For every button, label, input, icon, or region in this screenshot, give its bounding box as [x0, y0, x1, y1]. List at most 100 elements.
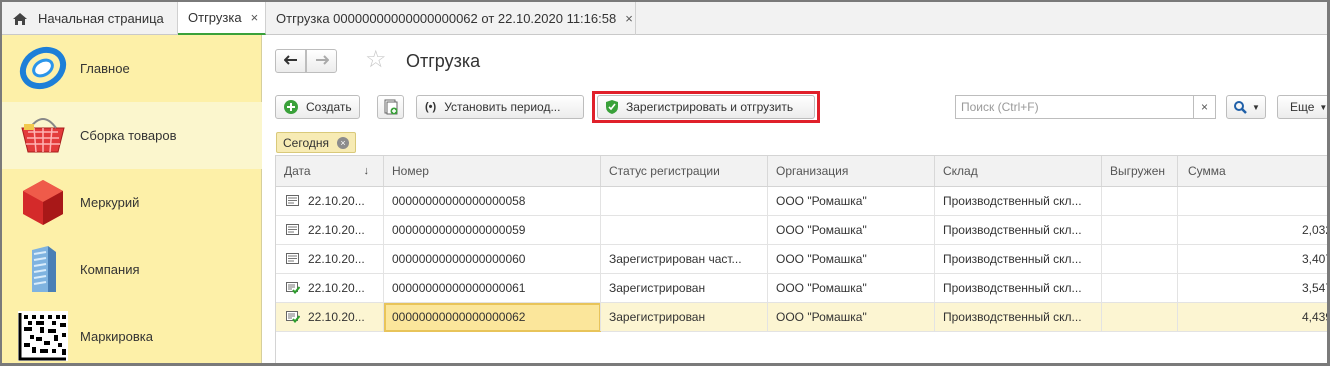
cell-date[interactable]: 22.10.20...	[276, 274, 384, 302]
cell-date[interactable]: 22.10.20...	[276, 245, 384, 273]
sidebar-item-company[interactable]: Компания	[2, 236, 262, 303]
cell-status[interactable]: Зарегистрирован част...	[601, 245, 768, 273]
documents-table: Дата ↓ Номер Статус регистрации Организа…	[275, 155, 1327, 363]
sidebar: Главное Сборка товаров Меркурий Компания…	[2, 35, 262, 363]
filter-chip-today[interactable]: Сегодня ×	[276, 132, 356, 153]
close-icon[interactable]: ×	[251, 10, 259, 25]
find-button[interactable]: ▼	[1226, 95, 1266, 119]
cell-uploaded[interactable]	[1102, 216, 1178, 244]
create-button[interactable]: Создать	[275, 95, 360, 119]
cell-number[interactable]: 00000000000000000059	[384, 216, 601, 244]
cell-organization-text: ООО "Ромашка"	[776, 252, 867, 266]
sidebar-item-label: Компания	[80, 262, 140, 277]
cell-organization-text: ООО "Ромашка"	[776, 281, 867, 295]
tab-document[interactable]: Отгрузка 00000000000000000062 от 22.10.2…	[266, 2, 636, 35]
cell-warehouse[interactable]: Производственный скл...	[935, 303, 1102, 331]
cell-status[interactable]	[601, 187, 768, 215]
forward-button[interactable]	[306, 49, 337, 73]
table-row[interactable]: 22.10.20... 00000000000000000062 Зарегистр…	[276, 303, 1327, 332]
cell-number[interactable]: 00000000000000000062	[384, 303, 601, 331]
cell-status[interactable]	[601, 216, 768, 244]
cell-sum-text: 3,547	[1301, 281, 1330, 295]
cell-warehouse-text: Производственный скл...	[943, 310, 1082, 324]
cell-date-text: 22.10.20...	[308, 281, 365, 295]
cell-warehouse[interactable]: Производственный скл...	[935, 216, 1102, 244]
table-row[interactable]: 22.10.20... 00000000000000000059 ООО "Рома…	[276, 216, 1327, 245]
cell-status[interactable]: Зарегистрирован	[601, 274, 768, 302]
cell-number[interactable]: 00000000000000000061	[384, 274, 601, 302]
cell-number[interactable]: 00000000000000000058	[384, 187, 601, 215]
column-header-date[interactable]: Дата ↓	[276, 156, 384, 186]
column-header-uploaded[interactable]: Выгружен	[1102, 156, 1178, 186]
cell-uploaded[interactable]	[1102, 245, 1178, 273]
column-header-number[interactable]: Номер	[384, 156, 601, 186]
cell-organization[interactable]: ООО "Ромашка"	[768, 245, 935, 273]
table-row[interactable]: 22.10.20... 00000000000000000061 Зарегистр…	[276, 274, 1327, 303]
close-icon[interactable]: ×	[625, 11, 633, 26]
table-row[interactable]: 22.10.20... 00000000000000000060 Зарегистр…	[276, 245, 1327, 274]
sidebar-item-marking[interactable]: Маркировка	[2, 303, 262, 363]
cell-organization[interactable]: ООО "Ромашка"	[768, 303, 935, 331]
cell-uploaded[interactable]	[1102, 274, 1178, 302]
cell-date-text: 22.10.20...	[308, 223, 365, 237]
plus-circle-icon	[284, 100, 298, 114]
cell-number[interactable]: 00000000000000000060	[384, 245, 601, 273]
sort-desc-icon: ↓	[363, 165, 370, 177]
tab-shipment[interactable]: Отгрузка ×	[178, 2, 266, 35]
cell-sum[interactable]: 3,407	[1178, 245, 1327, 273]
cell-organization[interactable]: ООО "Ромашка"	[768, 187, 935, 215]
period-icon: (•)	[425, 101, 437, 113]
copy-document-button[interactable]	[377, 95, 404, 119]
cell-sum[interactable]	[1178, 187, 1327, 215]
cell-warehouse[interactable]: Производственный скл...	[935, 187, 1102, 215]
cell-warehouse[interactable]: Производственный скл...	[935, 245, 1102, 273]
table-row[interactable]: 22.10.20... 00000000000000000058 ООО "Рома…	[276, 187, 1327, 216]
cell-uploaded[interactable]	[1102, 303, 1178, 331]
cell-number-text: 00000000000000000062	[392, 310, 526, 324]
column-header-sum[interactable]: Сумма	[1178, 156, 1327, 186]
clear-search-button[interactable]: ×	[1194, 95, 1216, 119]
cell-warehouse-text: Производственный скл...	[943, 252, 1082, 266]
cell-sum[interactable]: 2,032	[1178, 216, 1327, 244]
cell-warehouse[interactable]: Производственный скл...	[935, 274, 1102, 302]
cell-uploaded[interactable]	[1102, 187, 1178, 215]
cell-sum[interactable]: 4,439	[1178, 303, 1327, 331]
building-icon	[18, 244, 68, 294]
tab-document-label: Отгрузка 00000000000000000062 от 22.10.2…	[276, 11, 617, 26]
page-title: Отгрузка	[406, 51, 481, 71]
cell-organization[interactable]: ООО "Ромашка"	[768, 274, 935, 302]
cell-organization-text: ООО "Ромашка"	[776, 310, 867, 324]
sidebar-item-goods-assembly[interactable]: Сборка товаров	[2, 102, 262, 169]
tab-home[interactable]: Начальная страница	[2, 2, 178, 35]
cell-date[interactable]: 22.10.20...	[276, 187, 384, 215]
tab-shipment-label: Отгрузка	[188, 10, 242, 25]
cell-warehouse-text: Производственный скл...	[943, 194, 1082, 208]
cell-number-text: 00000000000000000061	[392, 281, 526, 295]
cell-sum[interactable]: 3,547	[1178, 274, 1330, 302]
datamatrix-icon	[18, 311, 68, 361]
document-icon	[286, 224, 300, 236]
arrow-right-icon	[315, 54, 329, 68]
more-button[interactable]: Еще ▼	[1277, 95, 1328, 119]
cell-number-text: 00000000000000000058	[392, 194, 526, 208]
cell-organization[interactable]: ООО "Ромашка"	[768, 216, 935, 244]
favorite-star-icon[interactable]: ☆	[365, 47, 387, 73]
cell-status[interactable]: Зарегистрирован	[601, 303, 768, 331]
sidebar-item-label: Маркировка	[80, 329, 153, 344]
cell-date[interactable]: 22.10.20...	[276, 216, 384, 244]
column-header-warehouse[interactable]: Склад	[935, 156, 1102, 186]
column-header-status[interactable]: Статус регистрации	[601, 156, 768, 186]
back-button[interactable]	[275, 49, 306, 73]
chevron-down-icon: ▼	[1319, 102, 1328, 112]
sidebar-item-mercury[interactable]: Меркурий	[2, 169, 262, 236]
remove-filter-icon[interactable]: ×	[337, 136, 349, 149]
column-header-organization[interactable]: Организация	[768, 156, 935, 186]
search-input[interactable]: Поиск (Ctrl+F)	[955, 95, 1194, 119]
table-header: Дата ↓ Номер Статус регистрации Организа…	[276, 156, 1327, 187]
arrow-left-icon	[283, 54, 298, 68]
annotation-highlight-box	[592, 91, 820, 123]
sidebar-item-main[interactable]: Главное	[2, 35, 262, 102]
cell-status-text: Зарегистрирован част...	[609, 252, 742, 266]
cell-date[interactable]: 22.10.20...	[276, 303, 384, 331]
set-period-button[interactable]: (•) Установить период...	[416, 95, 584, 119]
